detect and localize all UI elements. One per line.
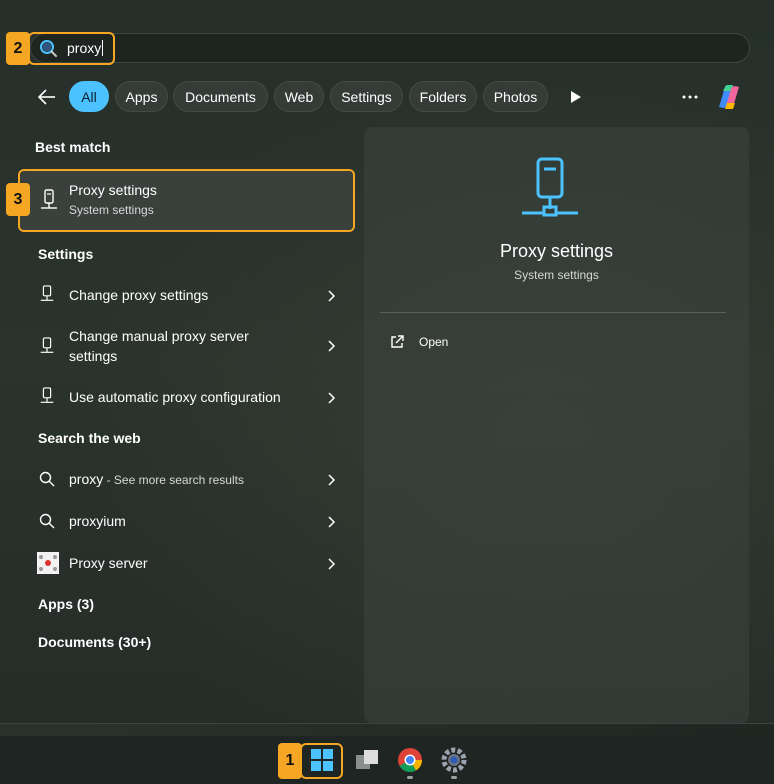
open-action[interactable]: Open [419,335,448,349]
filter-documents[interactable]: Documents [173,81,268,112]
filter-web[interactable]: Web [274,81,324,112]
image-thumbnail [37,552,59,574]
web-item-label: proxy [69,471,104,487]
filter-apps[interactable]: Apps [115,81,168,112]
documents-heading[interactable]: Documents (30+) [38,634,151,650]
settings-heading: Settings [38,246,94,262]
chrome-icon[interactable] [395,745,425,775]
more-options-icon[interactable] [680,87,700,107]
search-icon [39,471,55,487]
callout-frame-best-match [18,169,355,232]
web-item-proxyium[interactable]: proxyium [22,507,352,537]
chevron-right-icon [328,392,336,404]
web-item-proxy[interactable]: proxy - See more search results [22,465,352,495]
web-item-proxy-server[interactable]: Proxy server [22,549,352,579]
settings-gear-icon[interactable] [439,745,469,775]
preview-title: Proxy settings [499,241,614,261]
filter-photos[interactable]: Photos [483,81,548,112]
running-indicator [407,776,413,779]
preview-subtitle: System settings [514,268,599,282]
chevron-right-icon [328,340,336,352]
divider [380,312,726,313]
filter-folders[interactable]: Folders [409,81,477,112]
callout-badge-3: 3 [6,183,30,216]
play-more-filters-icon[interactable] [570,90,582,104]
chevron-right-icon [328,516,336,528]
search-icon [39,513,55,529]
filter-settings[interactable]: Settings [330,81,403,112]
best-match-heading: Best match [35,139,111,155]
settings-item-change-proxy[interactable]: Change proxy settings [22,281,352,311]
search-box[interactable] [30,33,750,63]
callout-frame-start [300,743,343,779]
settings-item-manual-proxy[interactable]: Change manual proxy server settings [22,325,352,369]
proxy-large-icon [522,157,578,217]
open-external-icon[interactable] [389,334,405,350]
chevron-right-icon [328,558,336,570]
back-arrow-icon[interactable] [36,86,58,108]
proxy-icon [40,387,54,403]
proxy-icon [40,285,54,301]
running-indicator [451,776,457,779]
filter-all[interactable]: All [69,81,109,112]
proxy-icon [40,337,54,353]
task-view-icon[interactable] [352,745,382,775]
callout-badge-1: 1 [278,743,302,779]
web-item-suffix: - See more search results [103,473,244,487]
taskbar [0,736,774,784]
settings-item-automatic-proxy[interactable]: Use automatic proxy configuration [22,383,352,413]
chevron-right-icon [328,474,336,486]
chevron-right-icon [328,290,336,302]
callout-frame-search [28,32,115,65]
search-web-heading: Search the web [38,430,141,446]
copilot-icon[interactable] [713,81,745,113]
apps-heading[interactable]: Apps (3) [38,596,94,612]
callout-badge-2: 2 [6,32,30,65]
